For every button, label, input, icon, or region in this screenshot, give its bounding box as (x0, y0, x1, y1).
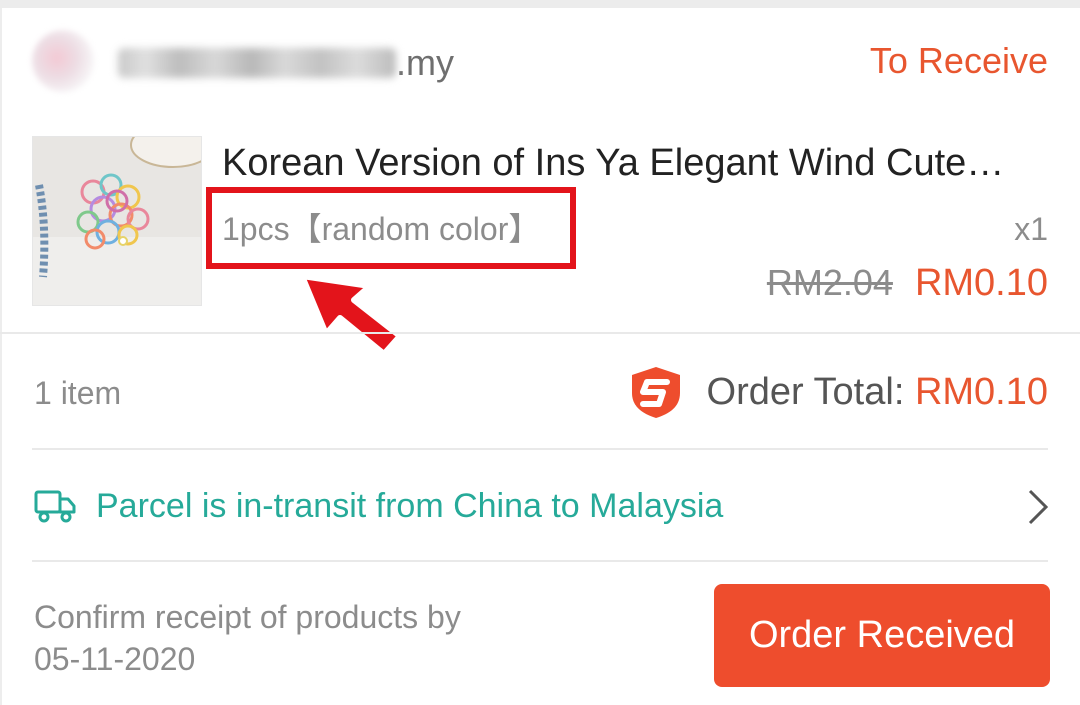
confirm-receipt-deadline: Confirm receipt of products by 05-11-202… (34, 596, 554, 680)
product-image (33, 137, 201, 305)
original-price: RM2.04 (766, 262, 893, 303)
confirm-receipt-date: 05-11-2020 (34, 641, 196, 677)
order-total: Order Total: RM0.10 (627, 364, 1048, 420)
annotation-highlight-box (206, 187, 576, 269)
order-received-button[interactable]: Order Received (714, 584, 1050, 687)
left-border (0, 8, 2, 705)
shop-name-suffix: .my (396, 42, 454, 83)
discounted-price: RM0.10 (914, 262, 1048, 304)
shop-name[interactable]: .my (118, 40, 454, 86)
shop-name-blurred (118, 48, 396, 78)
price-row: RM2.04 RM0.10 (767, 262, 1048, 305)
shield-icon (631, 367, 680, 418)
divider (32, 560, 1048, 562)
item-count: 1 item (34, 375, 122, 411)
divider (32, 448, 1048, 450)
shipping-status-text: Parcel is in-transit from China to Malay… (96, 487, 724, 525)
product-thumbnail[interactable] (32, 136, 202, 306)
arrow-pointer-icon (299, 273, 403, 357)
truck-icon (34, 490, 76, 523)
order-total-value: RM0.10 (914, 370, 1048, 413)
confirm-receipt-label: Confirm receipt of products by (34, 599, 461, 635)
product-quantity: x1 (1014, 211, 1048, 247)
product-title[interactable]: Korean Version of Ins Ya Elegant Wind Cu… (222, 140, 1040, 186)
order-status: To Receive (869, 40, 1048, 81)
shipping-status-row[interactable]: Parcel is in-transit from China to Malay… (0, 452, 1080, 560)
order-total-label: Order Total: (706, 370, 915, 413)
divider (0, 332, 1080, 334)
shop-avatar[interactable] (32, 30, 94, 92)
chevron-right-icon (1028, 489, 1049, 525)
top-divider (0, 0, 1080, 8)
